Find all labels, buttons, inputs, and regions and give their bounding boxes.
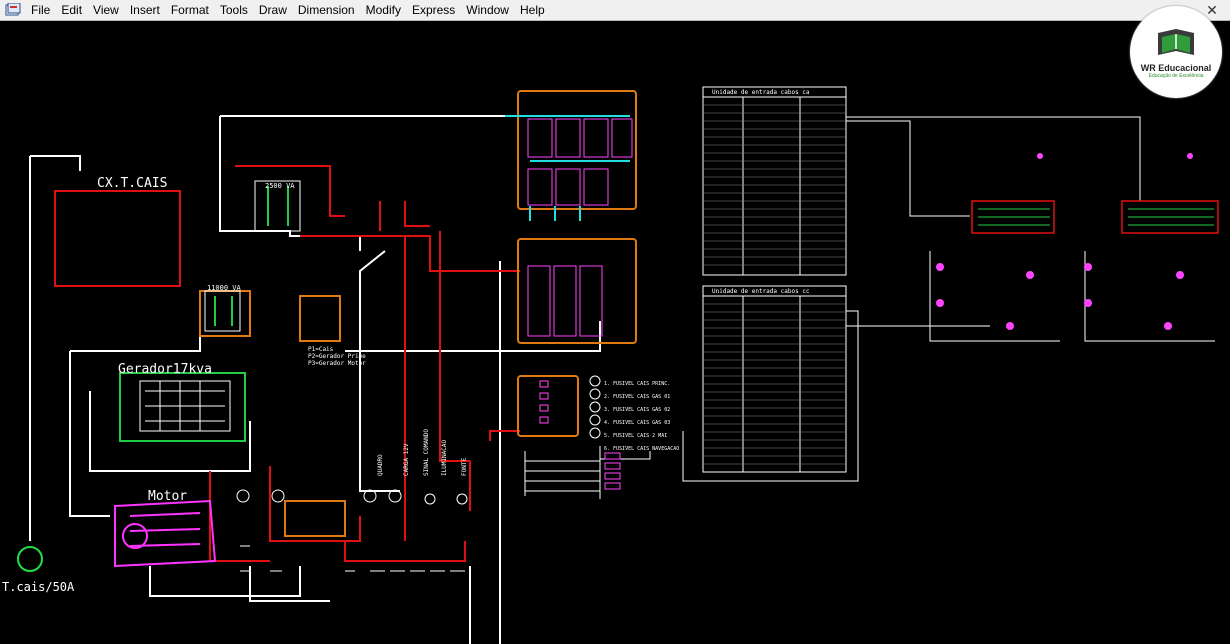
circuit-label: 3. FUSIVEL CAIS GAS 02 <box>604 407 670 413</box>
motor-label: Motor <box>148 489 187 504</box>
drawing-canvas[interactable]: CX.T.CAIS Gerador17kva Motor T.cais/50A … <box>0 21 1230 644</box>
transformer-large-label: 11000 VA <box>207 284 242 292</box>
menu-file[interactable]: File <box>26 0 56 21</box>
cable-label: T.cais/50A <box>2 580 75 594</box>
vertical-label: ILUMINACAO <box>441 439 448 476</box>
circuit-label: 6. FUSIVEL CAIS NAVEGACAO <box>604 446 679 452</box>
menu-view[interactable]: View <box>88 0 125 21</box>
menu-draw[interactable]: Draw <box>254 0 293 21</box>
vertical-label: SINAL COMANDO <box>423 429 430 476</box>
schematic-labels: CX.T.CAIS Gerador17kva Motor T.cais/50A … <box>2 89 810 594</box>
app-icon[interactable] <box>4 2 22 18</box>
book-logo-icon <box>1158 29 1194 55</box>
menu-format[interactable]: Format <box>166 0 215 21</box>
menu-window[interactable]: Window <box>461 0 515 21</box>
close-icon[interactable]: ✕ <box>1204 2 1220 18</box>
vertical-label: FONTE <box>461 458 468 476</box>
menu-bar: File Edit View Insert Format Tools Draw … <box>0 0 1230 21</box>
table-bottom-title: Unidade de entrada cabos cc <box>712 288 810 295</box>
circuit-label: 5. FUSIVEL CAIS 2 MAI <box>604 433 667 439</box>
vertical-label: QUADRO <box>377 454 384 476</box>
generator-label: Gerador17kva <box>118 362 212 377</box>
table-top-title: Unidade de entrada cabos ca <box>712 89 810 96</box>
selector-note: P1=Cais <box>308 346 334 353</box>
menu-modify[interactable]: Modify <box>361 0 407 21</box>
watermark-title: WR Educacional <box>1140 63 1212 73</box>
circuit-label: 1. FUSIVEL CAIS PRINC. <box>604 381 670 387</box>
watermark-subtitle: Educação de Excelência <box>1148 73 1204 79</box>
watermark-logo: WR Educacional Educação de Excelência <box>1130 6 1222 98</box>
menu-dimension[interactable]: Dimension <box>293 0 361 21</box>
menu-edit[interactable]: Edit <box>56 0 88 21</box>
circuit-label: 2. FUSIVEL CAIS GAS 01 <box>604 394 670 400</box>
circuit-label: 4. FUSIVEL CAIS GAS 03 <box>604 420 670 426</box>
menu-tools[interactable]: Tools <box>215 0 254 21</box>
panel-title: CX.T.CAIS <box>97 176 167 191</box>
menu-insert[interactable]: Insert <box>125 0 166 21</box>
transformer-small-label: 2500 VA <box>265 182 295 190</box>
menu-express[interactable]: Express <box>407 0 461 21</box>
menu-help[interactable]: Help <box>515 0 551 21</box>
selector-note: P2=Gerador Prime <box>308 353 366 360</box>
vertical-label: CARGA 12V <box>403 443 410 476</box>
selector-note: P3=Gerador Motor <box>308 360 366 367</box>
